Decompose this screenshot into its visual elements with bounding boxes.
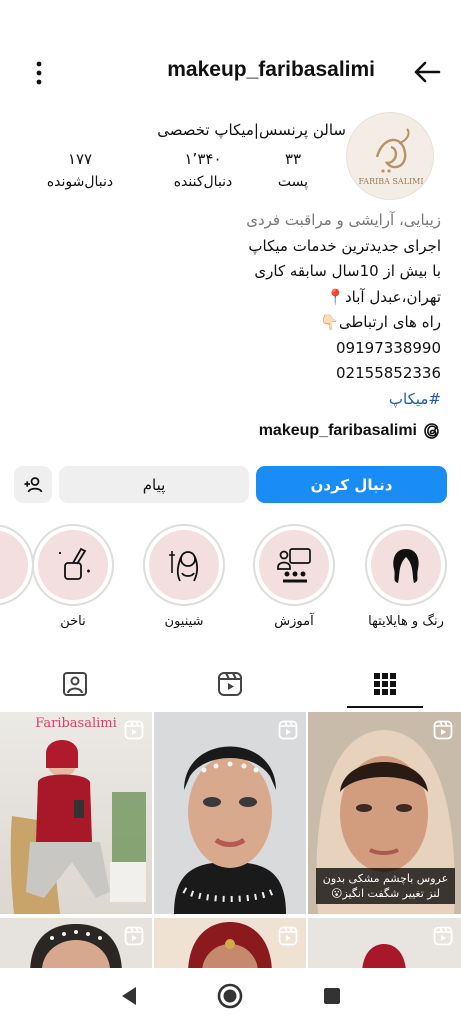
suggested-users-button[interactable] (14, 466, 52, 503)
highlight-hair-color[interactable]: رنگ و هایلایتها (359, 524, 453, 629)
bio-line: راه های ارتباطی👇🏻 (320, 313, 441, 331)
grid-post[interactable] (154, 918, 306, 974)
grid-post[interactable] (308, 918, 461, 974)
grid-post[interactable] (154, 712, 306, 914)
posts-label: پست (277, 174, 309, 190)
add-user-icon (24, 476, 43, 492)
bio-category: زیبایی، آرایشی و مراقبت فردی (246, 211, 441, 229)
system-home-icon[interactable] (216, 982, 244, 1010)
reel-badge-icon (124, 926, 144, 946)
threads-link[interactable]: makeup_faribasalimi (259, 422, 441, 440)
message-button[interactable]: پیام (59, 466, 249, 503)
highlight-training[interactable]: آموزش (247, 524, 341, 629)
back-arrow-icon[interactable] (411, 56, 443, 88)
followers-count: ۱٬۳۴۰ (184, 150, 222, 168)
highlight-chignon[interactable]: شینیون (137, 524, 231, 629)
reels-icon (218, 672, 242, 696)
nail-polish-icon (59, 547, 90, 580)
reel-badge-icon (278, 720, 298, 740)
bio: زیبایی، آرایشی و مراقبت فردی اجرای جدیدت… (21, 208, 441, 412)
reel-badge-icon (433, 720, 453, 740)
tab-reels[interactable] (155, 660, 305, 708)
highlight-label: رنگ و هایلایتها (368, 614, 444, 629)
post-caption: عروس باچشم مشکی بدون لنز تغییر شگفت انگی… (316, 868, 455, 904)
post-image (10, 740, 146, 914)
bride-icon (169, 551, 199, 582)
grid-post[interactable] (0, 918, 152, 974)
top-bar: makeup_faribasalimi (0, 52, 461, 92)
system-back-icon[interactable] (116, 982, 144, 1010)
stat-followers[interactable]: ۱٬۳۴۰ دنبال‌کننده (163, 150, 243, 190)
grid-post[interactable]: Faribasalimi (0, 712, 152, 914)
avatar[interactable]: FARIBA SALIMI (346, 112, 434, 200)
bio-line: اجرای جدیدترین خدمات میکاپ (248, 236, 441, 255)
tab-grid[interactable] (310, 660, 460, 708)
followers-label: دنبال‌کننده (173, 174, 233, 190)
teaching-icon (277, 548, 311, 583)
bio-hashtag[interactable]: #میکاپ (21, 387, 441, 413)
stat-posts[interactable]: ۳۳ پست (273, 150, 313, 190)
bio-line: تهران،عبدل آباد📍 (326, 287, 441, 306)
bio-line: با بیش از 10سال سابقه کاری (254, 262, 441, 280)
avatar-text: FARIBA SALIMI (358, 177, 423, 186)
system-recents-icon[interactable] (318, 982, 346, 1010)
highlight-label: آموزش (274, 614, 314, 629)
grid-icon (374, 673, 396, 695)
threads-icon (424, 423, 439, 439)
follow-button[interactable]: دنبال کردن (256, 466, 447, 503)
active-tab-indicator (347, 706, 423, 708)
hair-icon (393, 549, 419, 583)
bio-phone[interactable]: 02155852336 (21, 361, 441, 387)
highlight-nails[interactable]: ناخن (26, 524, 120, 629)
highlight-label: ناخن (60, 614, 86, 629)
profile-username: makeup_faribasalimi (167, 58, 375, 81)
post-image (174, 746, 286, 914)
reel-badge-icon (433, 926, 453, 946)
display-name: سالن پرنسس|میکاپ تخصصی (157, 121, 346, 139)
grid-post[interactable]: عروس باچشم مشکی بدون لنز تغییر شگفت انگی… (308, 712, 461, 914)
fariba-salimi-logo: FARIBA SALIMI (358, 128, 424, 186)
posts-count: ۳۳ (284, 150, 302, 168)
threads-handle: makeup_faribasalimi (258, 422, 417, 439)
system-navigation-bar (0, 968, 461, 1024)
tab-tagged[interactable] (0, 660, 150, 708)
highlight-label: شینیون (164, 614, 204, 629)
stat-following[interactable]: ۱۷۷ دنبال‌شونده (25, 150, 135, 190)
bio-phone[interactable]: 09197338990 (21, 336, 441, 362)
profile-tabs (0, 660, 461, 708)
following-label: دنبال‌شونده (46, 174, 114, 190)
more-options-icon[interactable] (30, 60, 48, 86)
following-count: ۱۷۷ (67, 150, 93, 168)
reel-badge-icon (124, 720, 144, 740)
tagged-icon (63, 672, 87, 696)
reel-badge-icon (278, 926, 298, 946)
